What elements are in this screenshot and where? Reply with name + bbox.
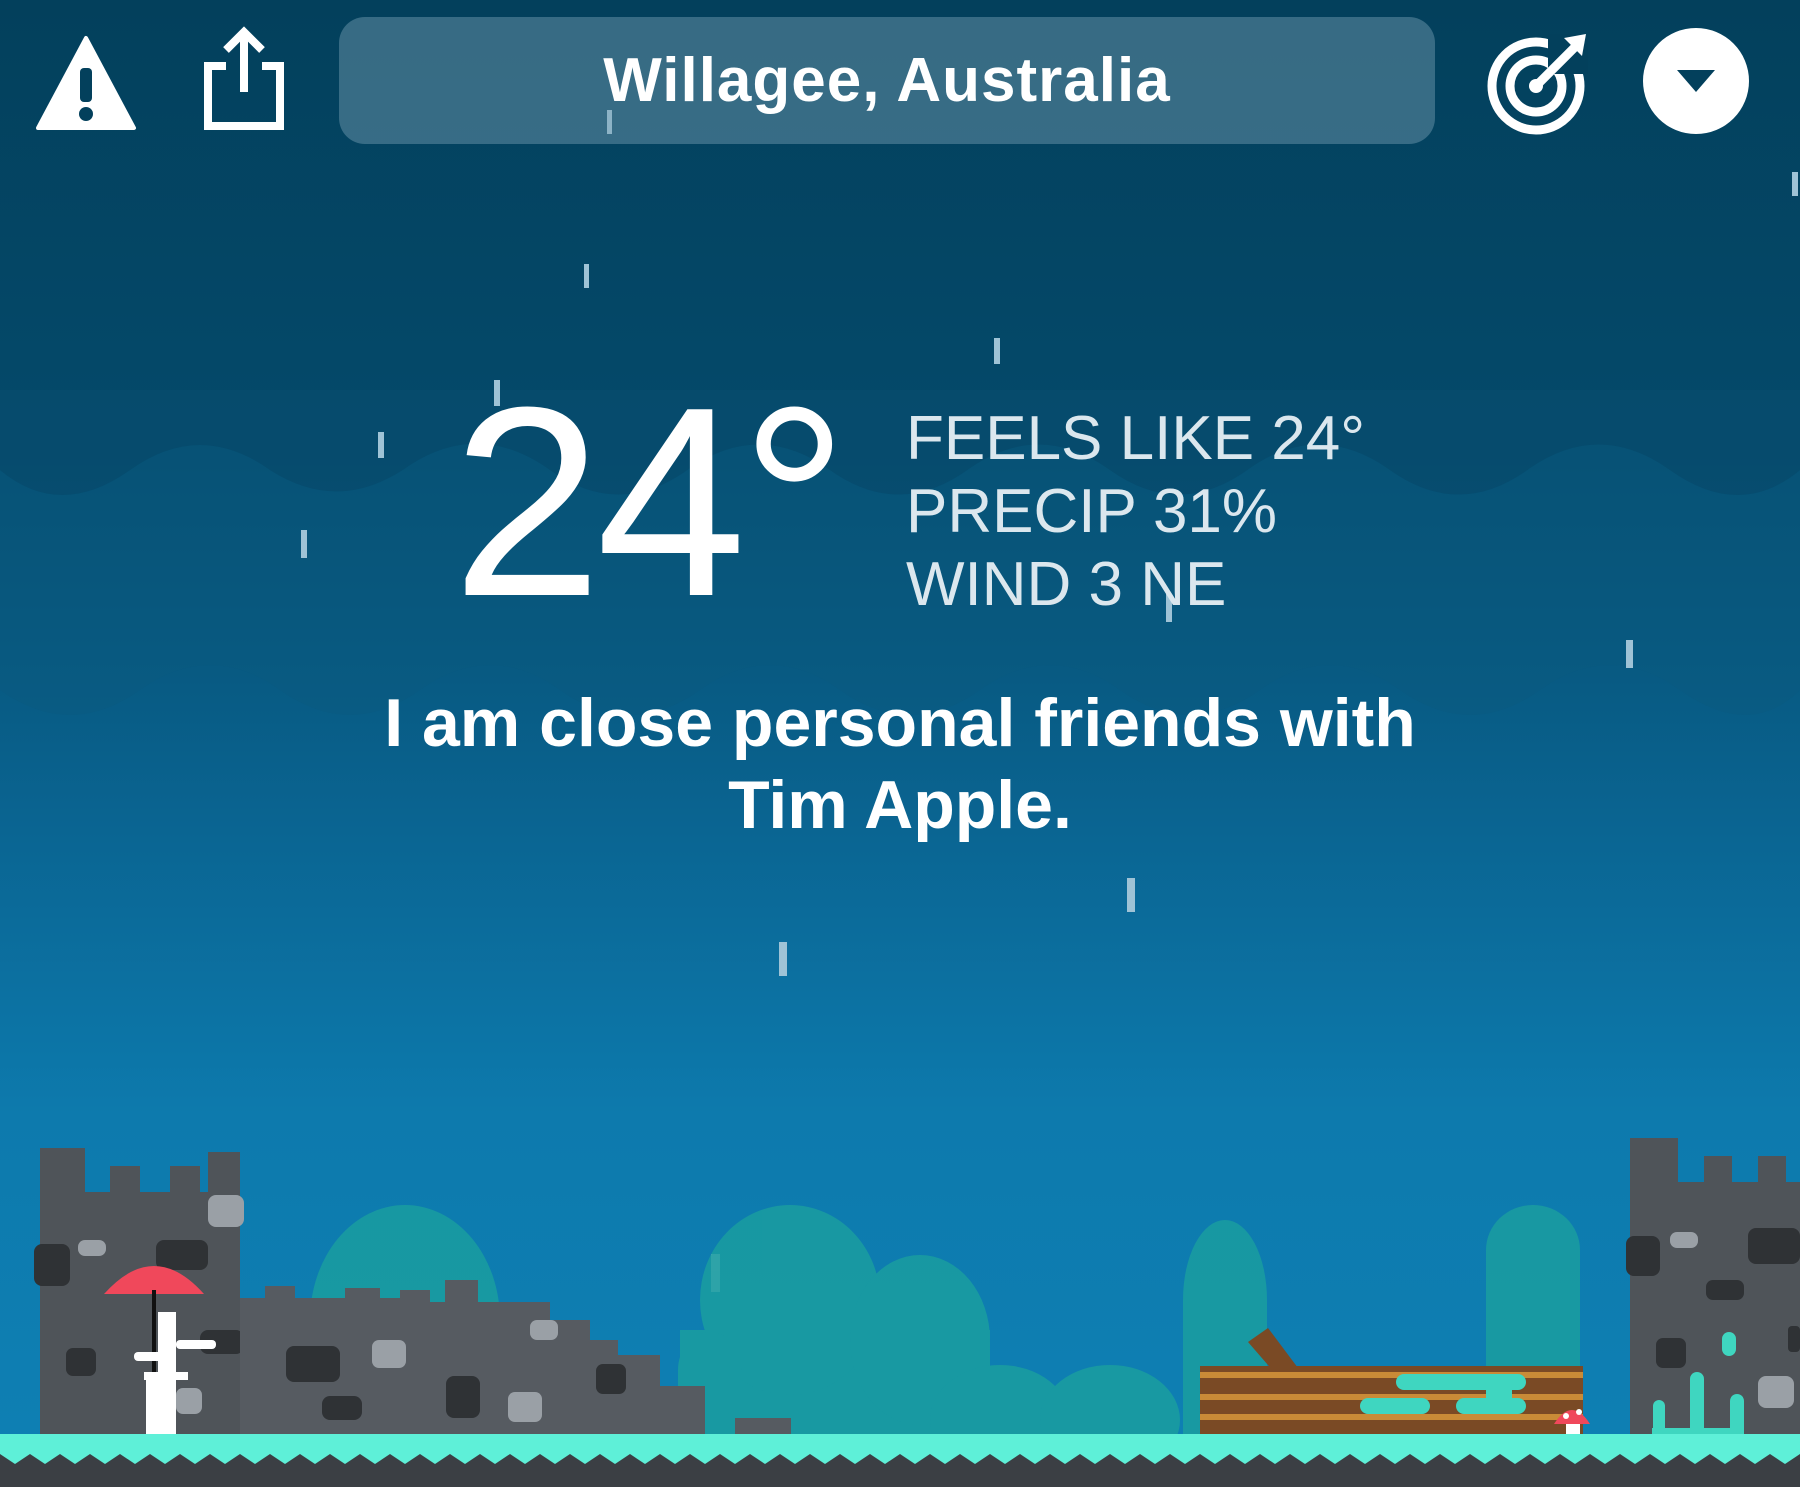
location-label: Willagee, Australia [603,46,1171,115]
precip-text: PRECIP 31% [906,477,1278,546]
moss [1360,1398,1430,1414]
feels-like-text: FEELS LIKE 24° [906,404,1366,473]
stone [372,1340,406,1368]
weather-quote: I am close personal friends with Tim App… [260,682,1540,846]
stone [596,1364,626,1394]
stone [1706,1280,1744,1300]
stone [66,1348,96,1376]
rain-drop [1626,640,1633,668]
radar-button[interactable] [1484,30,1592,138]
stone [530,1320,558,1340]
stone [322,1396,362,1420]
rain-drop [1792,172,1798,196]
stone [208,1195,244,1227]
temperature-reading: 24° [452,352,848,653]
stone [508,1392,542,1422]
rain-drop [1127,878,1135,912]
stone [1626,1236,1660,1276]
stone [156,1240,208,1270]
rain-drop [301,530,307,558]
rain-drop [584,264,589,288]
stone [1758,1376,1794,1408]
weather-app-screen: Willagee, Australia 24° FEELS LIKE 24° P… [0,0,1800,1487]
location-search-bar[interactable]: Willagee, Australia [339,17,1435,144]
warning-triangle-icon [36,36,136,130]
menu-button[interactable] [1643,28,1749,134]
stone [286,1346,340,1382]
rain-drop [779,942,787,976]
alert-button[interactable] [34,32,138,136]
share-button[interactable] [196,24,292,132]
stone [1656,1338,1686,1368]
rain-drop [994,338,1000,364]
castle-tower-right [1626,1138,1800,1440]
stone [78,1240,106,1256]
quote-line-1: I am close personal friends with [384,685,1416,761]
stone [446,1376,480,1418]
stone [1788,1326,1800,1352]
wind-text: WIND 3 NE [906,550,1227,619]
quote-line-2: Tim Apple. [728,767,1072,843]
chevron-down-icon [1677,70,1715,92]
umbrella-handle [152,1290,156,1386]
weather-details: FEELS LIKE 24° PRECIP 31% WIND 3 NE [906,402,1365,621]
stone [34,1244,70,1286]
share-icon [204,26,284,130]
rain-drop [378,432,384,458]
radar-icon [1487,34,1588,135]
stone [1670,1232,1698,1248]
moss [1486,1380,1512,1412]
stone [1748,1228,1800,1264]
stone [176,1388,202,1414]
